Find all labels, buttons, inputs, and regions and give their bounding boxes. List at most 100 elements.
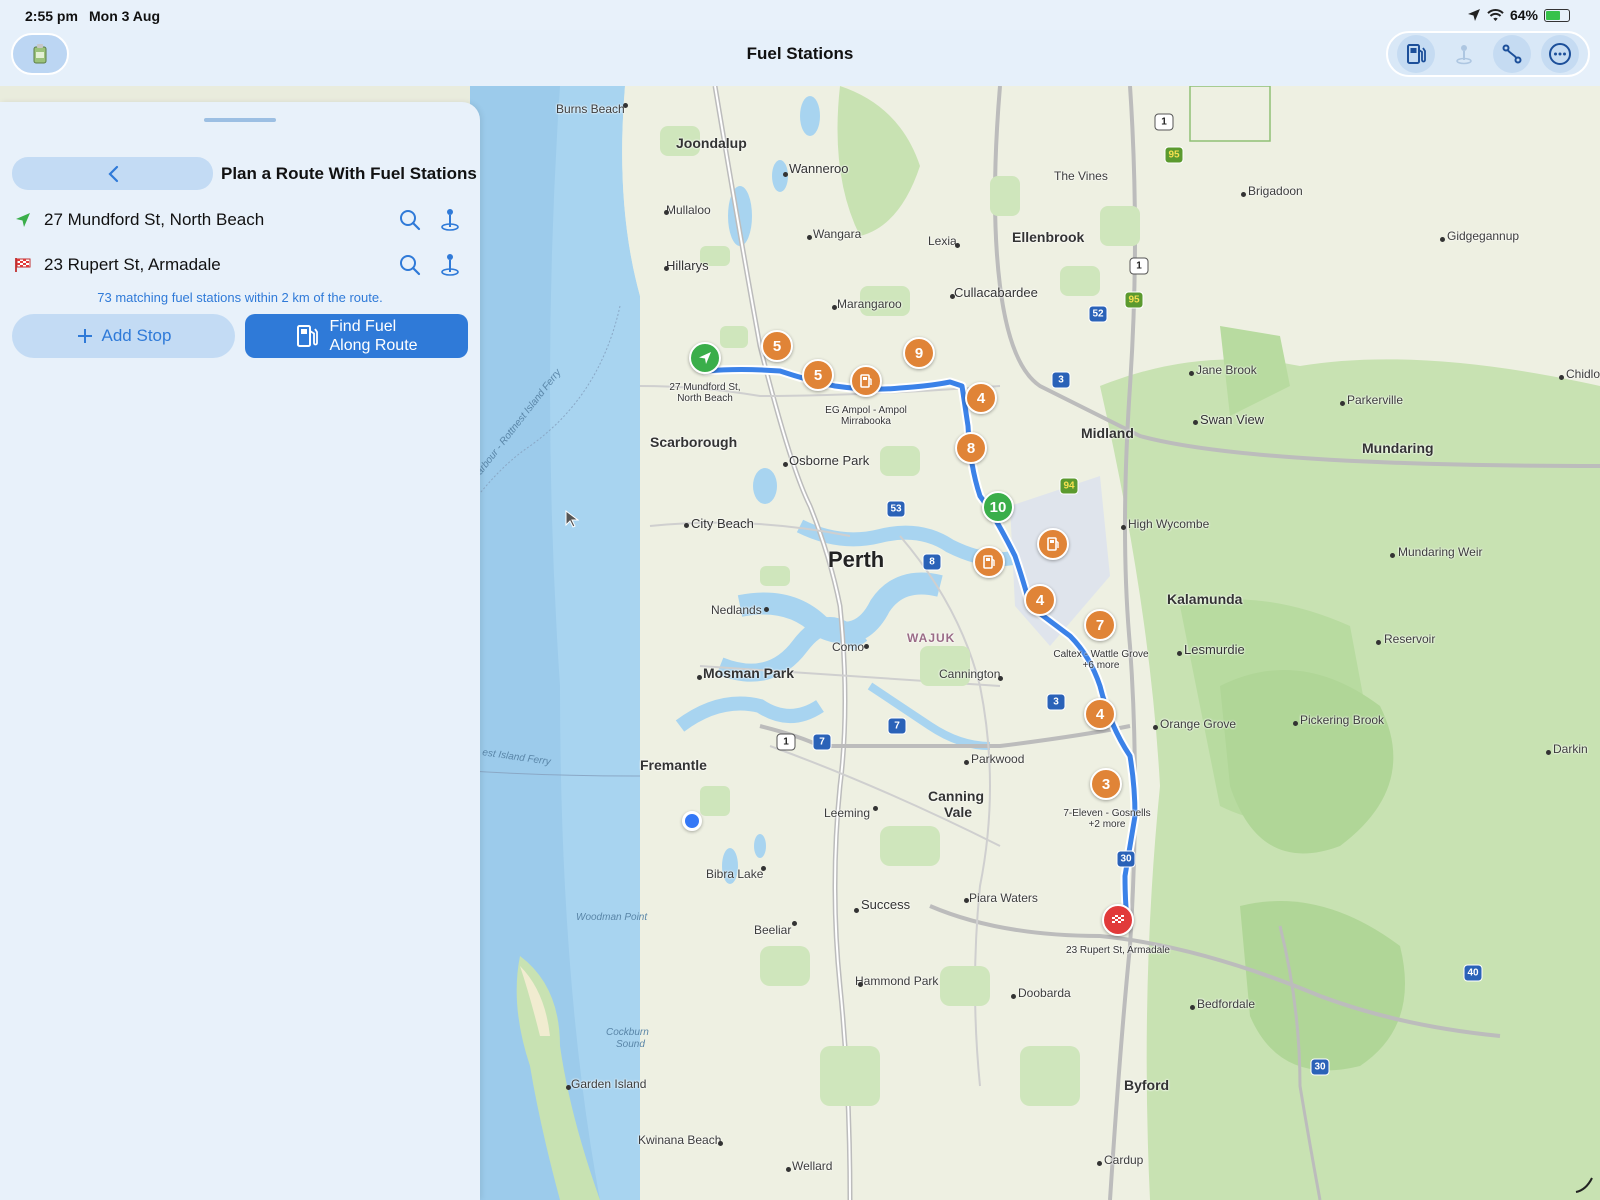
fuel-station-pin[interactable] [973, 546, 1005, 578]
fuel-cluster-pin[interactable]: 5 [802, 359, 834, 391]
highway-shield: 53 [886, 500, 906, 518]
place-dot [858, 982, 863, 987]
destination-pin-button[interactable] [430, 250, 470, 280]
place-brigadoon: Brigadoon [1248, 184, 1303, 198]
fuel-station-label-line2: +6 more [1082, 660, 1120, 671]
place-dot [1546, 750, 1551, 755]
find-fuel-button[interactable]: Find Fuel Along Route [245, 314, 468, 358]
fuel-station-label-line1: EG Ampol - Ampol [825, 405, 907, 416]
highway-shield: 40 [1463, 964, 1483, 982]
place-dot [697, 675, 702, 680]
place-nedlands: Nedlands [711, 603, 762, 617]
place-fremantle: Fremantle [640, 757, 707, 773]
place-parkerville: Parkerville [1347, 393, 1404, 407]
place-marangaroo: Marangaroo [837, 297, 902, 311]
place-dot [1153, 725, 1158, 730]
fuel-cluster-pin[interactable]: 7 [1084, 609, 1116, 641]
place-dot [623, 103, 628, 108]
fuel-cluster-pin[interactable]: 4 [965, 382, 997, 414]
destination-search-button[interactable] [390, 250, 430, 280]
place-dot [1376, 640, 1381, 645]
back-button[interactable] [12, 157, 213, 190]
place-dot [1193, 420, 1198, 425]
origin-address[interactable]: 27 Mundford St, North Beach [44, 210, 390, 230]
fuel-station-pin[interactable] [1037, 528, 1069, 560]
route-button[interactable] [1493, 35, 1531, 73]
place-woodman-point: Woodman Point [576, 912, 648, 923]
place-gidgegannup: Gidgegannup [1447, 229, 1520, 243]
origin-search-button[interactable] [390, 205, 430, 235]
place-dot [786, 1167, 791, 1172]
place-lesmurdie: Lesmurdie [1184, 642, 1245, 657]
fuel-pump-icon [860, 374, 872, 388]
add-stop-button[interactable]: Add Stop [12, 314, 235, 358]
battery-icon [1544, 8, 1570, 22]
place-pickering-brook: Pickering Brook [1300, 713, 1385, 727]
panel-grabber[interactable] [204, 118, 276, 122]
navigation-bar: Fuel Stations [0, 30, 1600, 86]
place-bibra-lake: Bibra Lake [706, 867, 764, 881]
highway-shield: 8 [922, 553, 942, 571]
fuel-cluster-pin[interactable]: 8 [955, 432, 987, 464]
user-location-dot[interactable] [682, 811, 702, 831]
route-icon [1502, 44, 1522, 64]
place-cockburn-sound-2: Sound [616, 1039, 645, 1050]
place-leeming: Leeming [824, 806, 871, 820]
place-high-wycombe: High Wycombe [1128, 517, 1210, 531]
highway-shield: 1 [1129, 257, 1149, 275]
place-wanneroo: Wanneroo [789, 161, 849, 176]
drop-pin-button[interactable] [1445, 35, 1483, 73]
highway-shield: 3 [1051, 371, 1071, 389]
place-dot [864, 644, 869, 649]
place-dot [873, 806, 878, 811]
panel-title: Plan a Route With Fuel Stations [221, 164, 477, 183]
place-dot [854, 908, 859, 913]
route-start-pin[interactable] [689, 342, 721, 374]
plus-icon [77, 329, 92, 343]
nav-title: Fuel Stations [746, 44, 854, 63]
place-dot [1189, 371, 1194, 376]
fuel-stations-button[interactable] [1397, 35, 1435, 73]
fuel-cluster-pin[interactable]: 4 [1024, 584, 1056, 616]
pin-icon [441, 254, 459, 276]
pointer-cursor-icon [565, 510, 579, 528]
place-perth: Perth [828, 547, 885, 572]
fuel-cluster-pin[interactable]: 9 [903, 337, 935, 369]
search-icon [400, 210, 421, 231]
status-time: 2:55 pm [25, 8, 78, 24]
place-cardup: Cardup [1104, 1153, 1144, 1167]
place-osborne-park: Osborne Park [789, 453, 870, 468]
matching-stations-text: 73 matching fuel stations within 2 km of… [97, 290, 383, 305]
fuel-cluster-pin-cheapest[interactable]: 10 [982, 491, 1014, 523]
origin-pin-button[interactable] [430, 205, 470, 235]
resize-handle-icon[interactable] [1574, 1174, 1594, 1194]
fuel-cluster-pin[interactable]: 5 [761, 330, 793, 362]
highway-shield: 3 [1046, 693, 1066, 711]
fuel-cluster-pin[interactable]: 3 [1090, 768, 1122, 800]
place-mosman-park: Mosman Park [703, 665, 795, 681]
place-ellenbrook: Ellenbrook [1012, 229, 1085, 245]
more-button[interactable] [1541, 35, 1579, 73]
status-indicators: 64% [1467, 7, 1570, 23]
highway-shield: 95 [1124, 291, 1144, 309]
fuel-pump-icon [1047, 537, 1059, 551]
destination-address[interactable]: 23 Rupert St, Armadale [44, 255, 390, 275]
route-start-label-line1: 27 Mundford St, [669, 382, 741, 393]
highway-shield: 7 [812, 733, 832, 751]
route-start-label-line2: North Beach [677, 393, 733, 404]
fuel-station-label-ampol: EG Ampol - Ampol Mirrabooka [825, 405, 907, 427]
route-end-pin[interactable] [1102, 904, 1134, 936]
fuel-station-pin[interactable] [850, 365, 882, 397]
fuel-pump-icon [983, 555, 995, 569]
place-bedfordale: Bedfordale [1197, 997, 1256, 1011]
place-canning-vale-2: Vale [944, 804, 973, 820]
place-chidlow: Chidlo [1566, 367, 1600, 381]
fuel-cluster-pin[interactable]: 4 [1084, 698, 1116, 730]
place-dot [783, 462, 788, 467]
place-mundaring-weir: Mundaring Weir [1398, 545, 1483, 559]
checkered-flag-icon [1112, 915, 1124, 923]
place-cockburn-sound-1: Cockburn [606, 1027, 649, 1038]
place-dot [792, 921, 797, 926]
place-dot [718, 1141, 723, 1146]
fuel-station-label-line1: Caltex - Wattle Grove [1053, 649, 1149, 660]
